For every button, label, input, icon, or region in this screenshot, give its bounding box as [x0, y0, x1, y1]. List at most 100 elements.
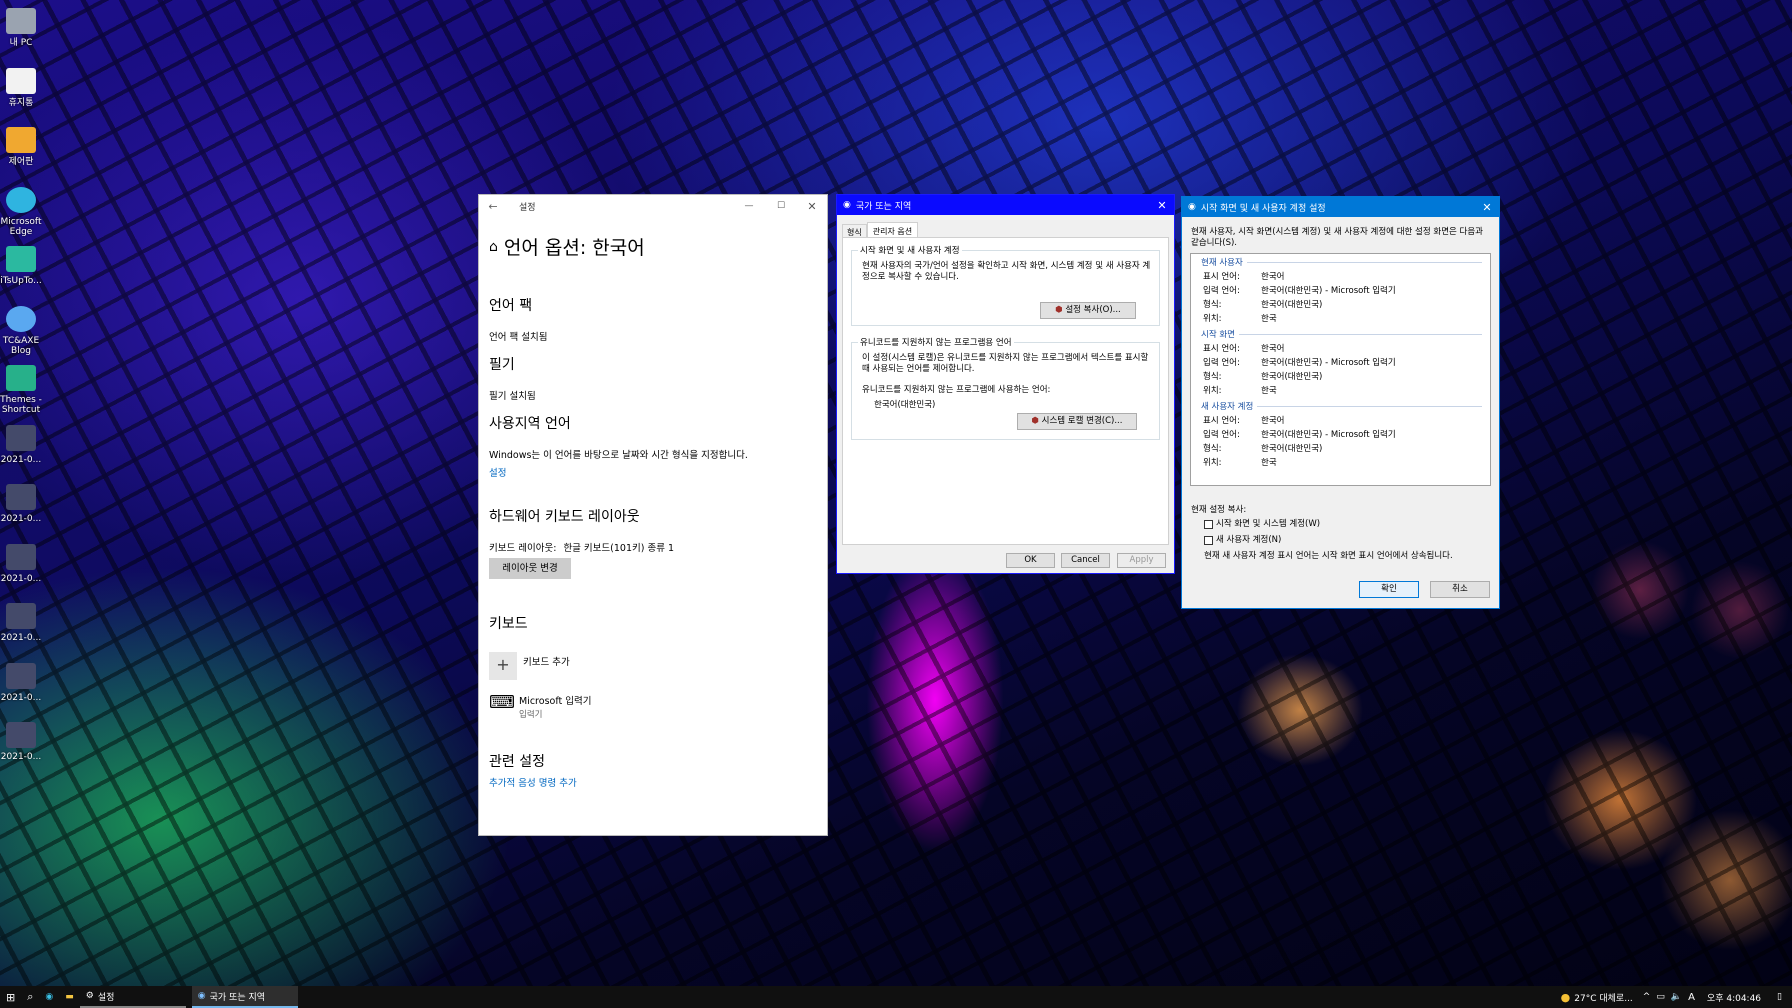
taskbar: ⊞ ⌕ ◉ ▬ ⚙ 설정 ◉ 국가 또는 지역 ● 27°C 대체로... ^ … — [0, 986, 1792, 1008]
lang-pack-status: 언어 팩 설치됨 — [489, 332, 548, 343]
folder-icon[interactable]: ▬ — [59, 986, 80, 1008]
change-locale-label: 시스템 로캘 변경(C)... — [1041, 416, 1123, 426]
desktop-icon[interactable]: TC&AXE Blog — [0, 305, 42, 356]
desktop-icon[interactable]: Microsoft Edge — [0, 186, 42, 237]
row-value: 한국어(대한민국) — [1261, 372, 1323, 382]
welcome-group: 시작 화면 및 새 사용자 계정 현재 사용자의 국가/언어 설정을 확인하고 … — [851, 244, 1160, 326]
window-title: 국가 또는 지역 — [855, 201, 912, 212]
ime-subtitle: 입력기 — [519, 710, 543, 720]
edge-icon — [6, 186, 36, 213]
desktop-icon-label: 2021-0... — [0, 573, 42, 584]
search-icon[interactable]: ⌕ — [21, 986, 39, 1008]
checkbox-new-user[interactable] — [1204, 536, 1213, 545]
change-locale-button[interactable]: ⬢ 시스템 로캘 변경(C)... — [1017, 413, 1137, 430]
home-icon: ⌂ — [489, 238, 498, 255]
minimize-icon[interactable]: — — [733, 201, 765, 211]
close-icon[interactable]: ✕ — [1475, 201, 1499, 214]
desktop-icon[interactable]: 2021-0... — [0, 603, 42, 643]
taskbar-app-label: 설정 — [97, 992, 115, 1003]
desktop-icon[interactable]: 제어판 — [0, 127, 42, 167]
row-label: 형식: — [1203, 444, 1222, 454]
desktop-icon-label: 내 PC — [9, 38, 33, 48]
current-locale-value: 한국어(대한민국) — [874, 400, 936, 410]
checkbox-welcome-screen[interactable] — [1204, 520, 1213, 529]
region-window: ◉ 국가 또는 지역 ✕ 형식 관리자 옵션 시작 화면 및 새 사용자 계정 … — [836, 194, 1175, 574]
apply-button[interactable]: Apply — [1117, 553, 1166, 568]
row-value: 한국어 — [1261, 272, 1285, 282]
shield-icon: ⬢ — [1055, 305, 1063, 315]
group-title: 유니코드를 지원하지 않는 프로그램용 언어 — [858, 336, 1014, 348]
copy-settings-button[interactable]: ⬢ 설정 복사(O)... — [1040, 302, 1136, 319]
taskbar-app-region[interactable]: ◉ 국가 또는 지역 — [191, 986, 298, 1008]
network-icon[interactable]: ▭ — [1656, 992, 1665, 1002]
checkbox-new-user-label: 새 사용자 계정(N) — [1216, 535, 1282, 545]
edge-taskbar-icon[interactable]: ◉ — [39, 986, 59, 1008]
ime-indicator[interactable]: A — [1688, 992, 1695, 1003]
row-value: 한국어 — [1261, 344, 1285, 354]
clock[interactable]: 오후 4:04:46 — [1707, 991, 1761, 1004]
keyboards-heading: 키보드 — [489, 616, 528, 632]
desktop-icon-label: 2021-0... — [0, 752, 42, 762]
row-label: 표시 언어: — [1203, 344, 1240, 354]
desktop-icon[interactable]: 2021-0... — [0, 424, 42, 465]
volume-icon[interactable]: 🔈 — [1671, 992, 1682, 1002]
weather-text[interactable]: 27°C 대체로... — [1574, 991, 1633, 1004]
group-description: 현재 사용자의 국가/언어 설정을 확인하고 시작 화면, 시스템 계정 및 새… — [862, 261, 1151, 282]
start-button[interactable]: ⊞ — [0, 986, 21, 1008]
region-titlebar: ◉ 국가 또는 지역 ✕ — [837, 195, 1174, 215]
cancel-button[interactable]: 취소 — [1430, 581, 1490, 598]
row-value: 한국어(대한민국) - Microsoft 입력기 — [1261, 430, 1396, 440]
ok-button[interactable]: OK — [1006, 553, 1055, 568]
maximize-icon[interactable]: ☐ — [765, 201, 797, 211]
settings-summary-box: 현재 사용자 표시 언어: 한국어 입력 언어: 한국어(대한민국) - Microso… — [1190, 253, 1491, 486]
ime-item[interactable]: ⌨ Microsoft 입력기 입력기 — [489, 693, 591, 721]
row-label: 입력 언어: — [1203, 286, 1240, 296]
keyboard-layout-value: 한글 키보드(101키) 종류 1 — [563, 543, 675, 554]
regional-settings-link[interactable]: 설정 — [489, 465, 506, 479]
add-keyboard-button[interactable]: + 키보드 추가 — [489, 652, 570, 680]
desktop-icon-label: TC&AXE Blog — [2, 335, 40, 356]
desktop-icon[interactable]: 2021-0... — [0, 484, 42, 524]
image-file-icon — [6, 722, 36, 748]
cloud-icon — [6, 305, 36, 332]
row-label: 표시 언어: — [1203, 272, 1240, 282]
chevron-up-icon[interactable]: ^ — [1643, 992, 1651, 1002]
taskbar-app-settings[interactable]: ⚙ 설정 — [79, 986, 186, 1008]
desktop-icon[interactable]: Themes - Shortcut — [0, 365, 42, 415]
desktop-icon[interactable]: 2021-0... — [0, 543, 42, 584]
desktop-icon[interactable]: iTsUpTo... — [0, 246, 42, 286]
close-icon[interactable]: ✕ — [797, 200, 827, 213]
plus-icon: + — [489, 652, 517, 680]
desktop-icon[interactable]: 2021-0... — [0, 722, 42, 762]
row-value: 한국어(대한민국) - Microsoft 입력기 — [1261, 358, 1396, 368]
desktop-icon-label: iTsUpTo... — [0, 276, 42, 286]
row-value: 한국어(대한민국) - Microsoft 입력기 — [1261, 286, 1396, 296]
copy-settings-dialog: ◉ 시작 화면 및 새 사용자 계정 설정 ✕ 현재 사용자, 시작 화면(시스… — [1181, 196, 1500, 609]
desktop-icon[interactable]: 휴지통 — [0, 67, 42, 108]
cancel-button[interactable]: Cancel — [1061, 553, 1110, 568]
change-layout-button[interactable]: 레이아웃 변경 — [489, 558, 571, 579]
row-label: 입력 언어: — [1203, 358, 1240, 368]
row-value: 한국 — [1261, 458, 1277, 468]
dialog-intro: 현재 사용자, 시작 화면(시스템 계정) 및 새 사용자 계정에 대한 설정 … — [1191, 227, 1484, 248]
section-heading: 현재 사용자 — [1201, 256, 1247, 268]
settings-window: ← 설정 — ☐ ✕ ⌂ 언어 옵션: 한국어 언어 팩 언어 팩 설치됨 필기… — [478, 194, 828, 836]
handwriting-status: 필기 설치됨 — [489, 391, 536, 402]
notification-icon[interactable]: ▯ — [1777, 992, 1782, 1002]
add-voice-commands-link[interactable]: 추가적 음성 명령 추가 — [489, 775, 577, 789]
current-locale-label: 유니코드를 지원하지 않는 프로그램에 사용하는 언어: — [862, 385, 1051, 395]
close-icon[interactable]: ✕ — [1150, 199, 1174, 212]
ok-button[interactable]: 확인 — [1359, 581, 1419, 598]
desktop-icon-label: 제어판 — [8, 157, 34, 167]
tab-panel: 시작 화면 및 새 사용자 계정 현재 사용자의 국가/언어 설정을 확인하고 … — [842, 237, 1169, 545]
desktop-icon[interactable]: 2021-0... — [0, 662, 42, 703]
desktop-icon[interactable]: 내 PC — [0, 8, 42, 48]
weather-icon: ● — [1560, 990, 1571, 1004]
group-description: 이 설정(시스템 로캘)은 유니코드를 지원하지 않는 프로그램에서 텍스트를 … — [862, 353, 1149, 374]
back-arrow-icon[interactable]: ← — [479, 200, 507, 213]
globe-icon: ◉ — [843, 200, 851, 210]
desktop-icon-label: Themes - Shortcut — [0, 395, 42, 415]
row-value: 한국어 — [1261, 416, 1285, 426]
image-file-icon — [6, 603, 36, 629]
desktop: 내 PC 휴지통제어판 Microsoft Edge iTsUpTo... TC&AXE… — [0, 0, 1792, 1008]
